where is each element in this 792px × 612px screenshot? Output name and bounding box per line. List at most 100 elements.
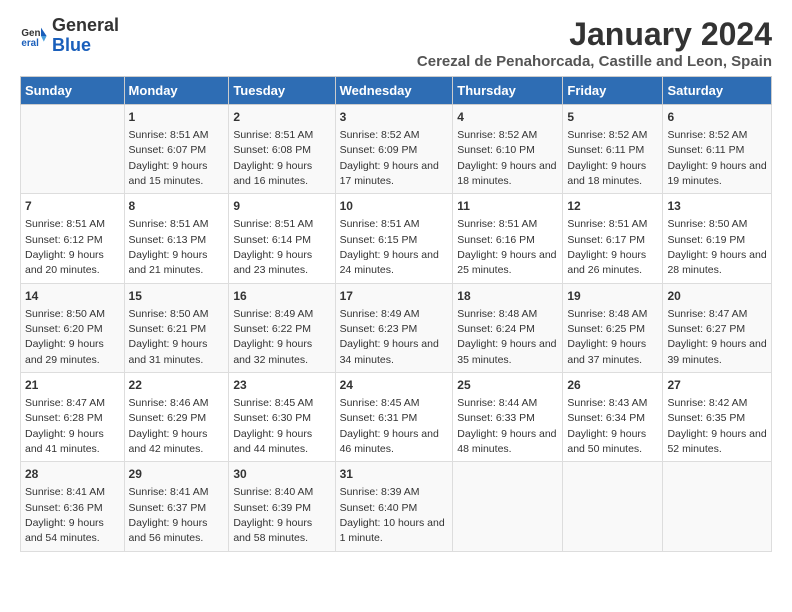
calendar-cell: 17Sunrise: 8:49 AMSunset: 6:23 PMDayligh… (335, 283, 453, 372)
sunrise: Sunrise: 8:51 AM (567, 218, 647, 230)
calendar-cell: 27Sunrise: 8:42 AMSunset: 6:35 PMDayligh… (663, 373, 772, 462)
day-number: 31 (340, 466, 449, 483)
daylight: Daylight: 9 hours and 42 minutes. (129, 428, 208, 455)
sunset: Sunset: 6:24 PM (457, 323, 535, 335)
daylight: Daylight: 9 hours and 23 minutes. (233, 249, 312, 276)
daylight: Daylight: 9 hours and 37 minutes. (567, 338, 646, 365)
sunrise: Sunrise: 8:51 AM (233, 218, 313, 230)
day-number: 17 (340, 288, 449, 305)
daylight: Daylight: 9 hours and 28 minutes. (667, 249, 766, 276)
logo-general-text: General (52, 16, 119, 36)
sunset: Sunset: 6:12 PM (25, 234, 103, 246)
sunset: Sunset: 6:35 PM (667, 412, 745, 424)
day-number: 22 (129, 377, 225, 394)
sunset: Sunset: 6:14 PM (233, 234, 311, 246)
week-row-5: 28Sunrise: 8:41 AMSunset: 6:36 PMDayligh… (21, 462, 772, 551)
daylight: Daylight: 9 hours and 50 minutes. (567, 428, 646, 455)
calendar-subtitle: Cerezal de Penahorcada, Castille and Leo… (417, 53, 772, 70)
day-number: 8 (129, 198, 225, 215)
daylight: Daylight: 9 hours and 52 minutes. (667, 428, 766, 455)
day-number: 12 (567, 198, 658, 215)
calendar-cell: 9Sunrise: 8:51 AMSunset: 6:14 PMDaylight… (229, 194, 335, 283)
calendar-cell: 30Sunrise: 8:40 AMSunset: 6:39 PMDayligh… (229, 462, 335, 551)
sunset: Sunset: 6:29 PM (129, 412, 207, 424)
sunset: Sunset: 6:39 PM (233, 502, 311, 514)
header-sunday: Sunday (21, 77, 125, 105)
daylight: Daylight: 10 hours and 1 minute. (340, 517, 445, 544)
sunset: Sunset: 6:31 PM (340, 412, 418, 424)
sunrise: Sunrise: 8:52 AM (340, 129, 420, 141)
day-number: 19 (567, 288, 658, 305)
sunset: Sunset: 6:36 PM (25, 502, 103, 514)
daylight: Daylight: 9 hours and 16 minutes. (233, 160, 312, 187)
sunrise: Sunrise: 8:41 AM (129, 486, 209, 498)
calendar-cell: 8Sunrise: 8:51 AMSunset: 6:13 PMDaylight… (124, 194, 229, 283)
calendar-cell: 24Sunrise: 8:45 AMSunset: 6:31 PMDayligh… (335, 373, 453, 462)
title-block: January 2024 Cerezal de Penahorcada, Cas… (417, 16, 772, 70)
calendar-cell (21, 105, 125, 194)
svg-text:eral: eral (21, 38, 39, 49)
calendar-cell: 20Sunrise: 8:47 AMSunset: 6:27 PMDayligh… (663, 283, 772, 372)
daylight: Daylight: 9 hours and 15 minutes. (129, 160, 208, 187)
sunset: Sunset: 6:09 PM (340, 144, 418, 156)
sunrise: Sunrise: 8:52 AM (457, 129, 537, 141)
day-number: 7 (25, 198, 120, 215)
calendar-cell: 16Sunrise: 8:49 AMSunset: 6:22 PMDayligh… (229, 283, 335, 372)
calendar-cell: 10Sunrise: 8:51 AMSunset: 6:15 PMDayligh… (335, 194, 453, 283)
day-number: 15 (129, 288, 225, 305)
day-number: 30 (233, 466, 330, 483)
sunset: Sunset: 6:19 PM (667, 234, 745, 246)
daylight: Daylight: 9 hours and 34 minutes. (340, 338, 439, 365)
calendar-cell: 5Sunrise: 8:52 AMSunset: 6:11 PMDaylight… (563, 105, 663, 194)
day-number: 3 (340, 109, 449, 126)
sunset: Sunset: 6:22 PM (233, 323, 311, 335)
day-number: 10 (340, 198, 449, 215)
daylight: Daylight: 9 hours and 18 minutes. (457, 160, 556, 187)
sunrise: Sunrise: 8:50 AM (25, 308, 105, 320)
daylight: Daylight: 9 hours and 20 minutes. (25, 249, 104, 276)
sunrise: Sunrise: 8:42 AM (667, 397, 747, 409)
calendar-cell: 28Sunrise: 8:41 AMSunset: 6:36 PMDayligh… (21, 462, 125, 551)
page-header: Gen eral General Blue January 2024 Cerez… (20, 16, 772, 70)
calendar-cell: 6Sunrise: 8:52 AMSunset: 6:11 PMDaylight… (663, 105, 772, 194)
sunrise: Sunrise: 8:43 AM (567, 397, 647, 409)
week-row-1: 1Sunrise: 8:51 AMSunset: 6:07 PMDaylight… (21, 105, 772, 194)
daylight: Daylight: 9 hours and 54 minutes. (25, 517, 104, 544)
daylight: Daylight: 9 hours and 32 minutes. (233, 338, 312, 365)
daylight: Daylight: 9 hours and 29 minutes. (25, 338, 104, 365)
calendar-cell: 23Sunrise: 8:45 AMSunset: 6:30 PMDayligh… (229, 373, 335, 462)
sunrise: Sunrise: 8:46 AM (129, 397, 209, 409)
calendar-cell: 12Sunrise: 8:51 AMSunset: 6:17 PMDayligh… (563, 194, 663, 283)
header-friday: Friday (563, 77, 663, 105)
calendar-cell: 11Sunrise: 8:51 AMSunset: 6:16 PMDayligh… (453, 194, 563, 283)
sunrise: Sunrise: 8:51 AM (233, 129, 313, 141)
daylight: Daylight: 9 hours and 39 minutes. (667, 338, 766, 365)
daylight: Daylight: 9 hours and 48 minutes. (457, 428, 556, 455)
day-number: 11 (457, 198, 558, 215)
day-number: 13 (667, 198, 767, 215)
sunrise: Sunrise: 8:51 AM (129, 218, 209, 230)
sunset: Sunset: 6:23 PM (340, 323, 418, 335)
calendar-cell: 14Sunrise: 8:50 AMSunset: 6:20 PMDayligh… (21, 283, 125, 372)
sunrise: Sunrise: 8:50 AM (129, 308, 209, 320)
day-number: 14 (25, 288, 120, 305)
sunset: Sunset: 6:28 PM (25, 412, 103, 424)
sunset: Sunset: 6:33 PM (457, 412, 535, 424)
sunset: Sunset: 6:13 PM (129, 234, 207, 246)
calendar-cell: 29Sunrise: 8:41 AMSunset: 6:37 PMDayligh… (124, 462, 229, 551)
daylight: Daylight: 9 hours and 25 minutes. (457, 249, 556, 276)
week-row-4: 21Sunrise: 8:47 AMSunset: 6:28 PMDayligh… (21, 373, 772, 462)
day-number: 18 (457, 288, 558, 305)
logo-icon: Gen eral (20, 22, 48, 50)
calendar-cell: 3Sunrise: 8:52 AMSunset: 6:09 PMDaylight… (335, 105, 453, 194)
sunset: Sunset: 6:15 PM (340, 234, 418, 246)
day-number: 4 (457, 109, 558, 126)
daylight: Daylight: 9 hours and 56 minutes. (129, 517, 208, 544)
calendar-cell: 1Sunrise: 8:51 AMSunset: 6:07 PMDaylight… (124, 105, 229, 194)
calendar-cell (663, 462, 772, 551)
sunset: Sunset: 6:10 PM (457, 144, 535, 156)
daylight: Daylight: 9 hours and 44 minutes. (233, 428, 312, 455)
daylight: Daylight: 9 hours and 24 minutes. (340, 249, 439, 276)
calendar-cell: 25Sunrise: 8:44 AMSunset: 6:33 PMDayligh… (453, 373, 563, 462)
header-thursday: Thursday (453, 77, 563, 105)
